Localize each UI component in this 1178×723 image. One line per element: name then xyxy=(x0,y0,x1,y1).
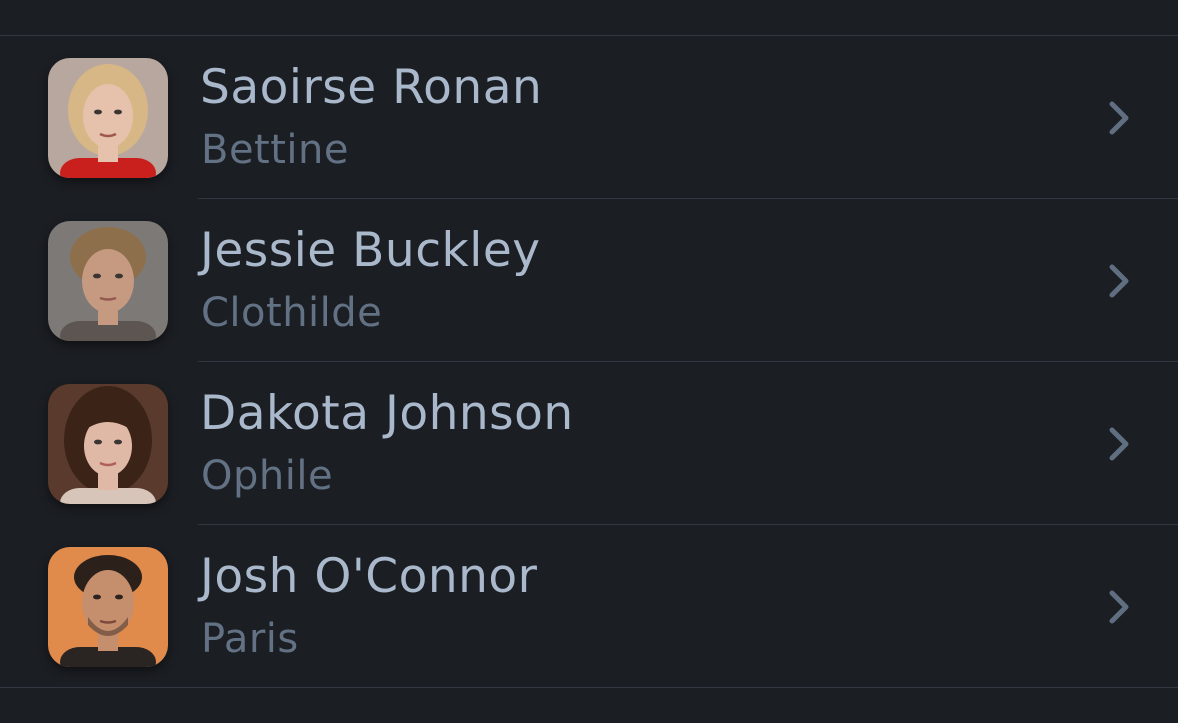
chevron-right-icon[interactable] xyxy=(1104,424,1134,464)
actor-name: Josh O'Connor xyxy=(200,549,538,604)
avatar xyxy=(48,221,168,341)
avatar xyxy=(48,547,168,667)
cast-row[interactable]: Dakota Johnson Ophile xyxy=(0,362,1178,525)
cast-row[interactable]: Josh O'Connor Paris xyxy=(0,525,1178,688)
character-name: Bettine xyxy=(201,127,349,173)
avatar-photo xyxy=(48,384,168,504)
character-name: Paris xyxy=(201,616,299,662)
avatar xyxy=(48,384,168,504)
bottom-divider xyxy=(0,687,1178,688)
cast-row[interactable]: Jessie Buckley Clothilde xyxy=(0,199,1178,362)
cast-row[interactable]: Saoirse Ronan Bettine xyxy=(0,36,1178,199)
avatar-photo xyxy=(48,547,168,667)
avatar-photo xyxy=(48,221,168,341)
avatar xyxy=(48,58,168,178)
chevron-right-icon[interactable] xyxy=(1104,98,1134,138)
avatar-photo xyxy=(48,58,168,178)
actor-name: Dakota Johnson xyxy=(200,386,574,441)
chevron-right-icon[interactable] xyxy=(1104,261,1134,301)
chevron-right-icon[interactable] xyxy=(1104,587,1134,627)
cast-list: Saoirse Ronan Bettine Jessie Buckley Clo… xyxy=(0,36,1178,688)
actor-name: Saoirse Ronan xyxy=(200,60,543,115)
character-name: Ophile xyxy=(201,453,334,499)
character-name: Clothilde xyxy=(201,290,383,336)
actor-name: Jessie Buckley xyxy=(200,223,541,278)
